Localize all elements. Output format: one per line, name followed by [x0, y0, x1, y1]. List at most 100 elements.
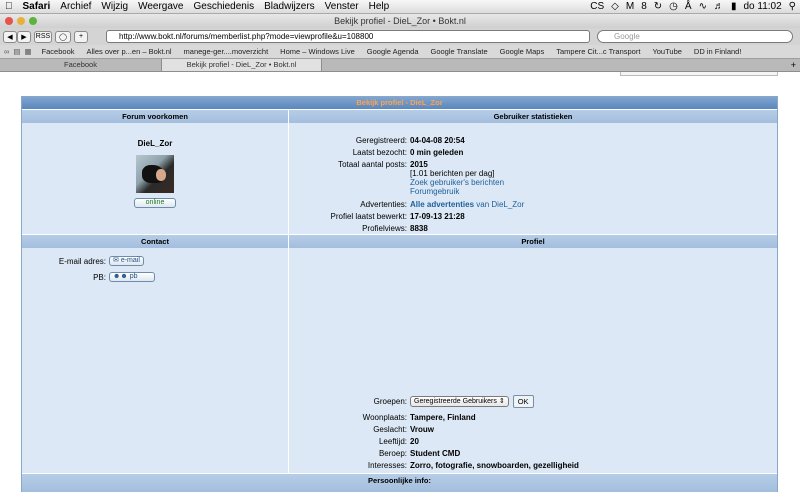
forward-arrow-icon: ▶	[21, 33, 27, 41]
plus-icon: +	[78, 33, 84, 40]
history-icon: ◯	[59, 33, 67, 41]
last-visit-value: 0 min geleden	[410, 148, 464, 157]
edited-label: Profiel laatst bewerkt:	[330, 212, 407, 221]
forum-usage-link[interactable]: Forumgebruik	[410, 187, 459, 197]
new-tab-icon[interactable]: +	[791, 59, 800, 71]
tab-facebook[interactable]: Facebook	[0, 59, 162, 71]
groups-select[interactable]: Geregistreerde Gebruikers ⇕	[410, 396, 509, 407]
contact-header: Contact	[22, 234, 288, 248]
tab-bekijk-profiel[interactable]: Bekijk profiel - DieL_Zor • Bokt.nl	[162, 59, 322, 71]
page-content: Bekijk profiel - DieL_Zor Forum voorkome…	[0, 72, 800, 492]
online-badge: online	[134, 198, 176, 208]
column-divider	[288, 109, 289, 492]
search-field[interactable]: Google	[597, 30, 793, 43]
status-area: CS ◇ M 8 ↻ ◷ Å ∿ ♬ ▮ do 11:02 ⚲	[590, 1, 800, 12]
profile-header: Profiel	[289, 234, 777, 248]
bookmark-windows-live[interactable]: Home – Windows Live	[274, 47, 361, 56]
bookmark-facebook[interactable]: Facebook	[36, 47, 81, 56]
email-button-label: e-mail	[120, 257, 140, 264]
zoom-window-icon[interactable]	[29, 17, 37, 25]
registered-label: Geregistreerd:	[355, 136, 407, 145]
cs-icon[interactable]: CS	[590, 1, 604, 12]
envelope-icon: ✉	[113, 257, 119, 264]
ads-link[interactable]: Alle advertenties	[410, 200, 474, 209]
window-title: Bekijk profiel - DieL_Zor • Bokt.nl	[334, 16, 466, 26]
rss-label: RSS	[35, 33, 51, 40]
menu-wijzig[interactable]: Wijzig	[96, 1, 133, 12]
email-label: E-mail adres:	[58, 257, 106, 266]
menu-geschiedenis[interactable]: Geschiedenis	[189, 1, 260, 12]
edited-value: 17-09-13 21:28	[410, 212, 465, 221]
interests-value: Zorro, fotografie, snowboarden, gezellig…	[410, 461, 579, 470]
job-value: Student CMD	[410, 449, 461, 458]
bookmark-youtube[interactable]: YouTube	[646, 47, 687, 56]
users-icon: ☻☻	[113, 273, 128, 280]
menu-archief[interactable]: Archief	[55, 1, 96, 12]
posts-label: Totaal aantal posts:	[338, 160, 407, 169]
history-button[interactable]: ◯	[55, 30, 71, 43]
tab-bar: Facebook Bekijk profiel - DieL_Zor • Bok…	[0, 58, 800, 72]
gender-label: Geslacht:	[373, 425, 407, 434]
groups-row: Geregistreerde Gebruikers ⇕ OK	[410, 395, 534, 409]
pm-button[interactable]: ☻☻ pb	[109, 272, 155, 282]
bluetooth-icon[interactable]: Å	[685, 1, 692, 12]
reading-list-icon[interactable]: ∞	[4, 47, 9, 56]
views-value: 8838	[410, 224, 428, 233]
sync-icon[interactable]: ↻	[654, 1, 662, 12]
bookmark-google-agenda[interactable]: Google Agenda	[361, 47, 425, 56]
minimize-window-icon[interactable]	[17, 17, 25, 25]
close-window-icon[interactable]	[5, 17, 13, 25]
battery-badge[interactable]: 8	[641, 1, 647, 12]
stats-header: Gebruiker statistieken	[289, 109, 777, 123]
menu-app-safari[interactable]: Safari	[18, 1, 56, 12]
groups-select-value: Geregistreerde Gebruikers	[414, 398, 497, 405]
ads-label: Advertenties:	[360, 200, 407, 209]
age-value: 20	[410, 437, 419, 446]
bookmark-dd-finland[interactable]: DD in Finland!	[688, 47, 748, 56]
volume-icon[interactable]: ♬	[714, 1, 724, 12]
address-bar[interactable]: http://www.bokt.nl/forums/memberlist.php…	[106, 30, 590, 43]
rss-button[interactable]: RSS	[34, 30, 52, 43]
registered-value: 04-04-08 20:54	[410, 136, 465, 145]
battery-icon[interactable]: ▮	[731, 1, 737, 12]
posts-value: 2015	[410, 160, 428, 169]
menu-venster[interactable]: Venster	[320, 1, 364, 12]
bookmark-google-translate[interactable]: Google Translate	[425, 47, 494, 56]
apple-menu-icon[interactable]: 	[0, 1, 18, 12]
menu-weergave[interactable]: Weergave	[133, 1, 188, 12]
profile-panel: Bekijk profiel - DieL_Zor Forum voorkome…	[21, 96, 778, 492]
bookmark-bokt[interactable]: Alles over p...en – Bokt.nl	[80, 47, 177, 56]
email-row: ✉ e-mail	[109, 256, 144, 266]
ads-suffix[interactable]: van DieL_Zor	[476, 200, 524, 209]
m-icon[interactable]: M	[626, 1, 634, 12]
add-bookmark-button[interactable]: +	[74, 30, 88, 43]
bookmarks-book-icon[interactable]: ▤	[13, 47, 20, 56]
search-box-edge	[620, 72, 778, 76]
groups-ok-button[interactable]: OK	[512, 395, 534, 408]
tab-label: Bekijk profiel - DieL_Zor • Bokt.nl	[186, 60, 297, 69]
back-button[interactable]: ◀	[3, 30, 17, 43]
bookmark-tools: ∞ ▤ ▦	[0, 47, 36, 56]
email-button[interactable]: ✉ e-mail	[109, 256, 144, 266]
online-status: online	[22, 198, 288, 208]
bookmark-tampere-transport[interactable]: Tampere Cit...c Transport	[550, 47, 646, 56]
forum-header: Forum voorkomen	[22, 109, 288, 123]
top-sites-icon[interactable]: ▦	[24, 47, 31, 56]
groups-label: Groepen:	[373, 397, 407, 406]
time-machine-icon[interactable]: ◷	[669, 1, 678, 12]
search-placeholder: Google	[614, 32, 640, 41]
forward-button[interactable]: ▶	[17, 30, 31, 43]
views-label: Profielviews:	[362, 224, 407, 233]
gender-value: Vrouw	[410, 425, 435, 434]
bookmark-google-maps[interactable]: Google Maps	[494, 47, 551, 56]
menu-help[interactable]: Help	[364, 1, 395, 12]
location-value: Tampere, Finland	[410, 413, 476, 422]
clock[interactable]: do 11:02	[743, 1, 781, 12]
dropbox-icon[interactable]: ◇	[611, 1, 619, 12]
menu-bladwijzers[interactable]: Bladwijzers	[259, 1, 320, 12]
window-controls	[5, 17, 37, 25]
spotlight-icon[interactable]: ⚲	[789, 1, 796, 12]
bookmark-manege[interactable]: manege-ger....moverzicht	[178, 47, 275, 56]
personal-info-header: Persoonlijke info:	[22, 473, 777, 492]
wifi-icon[interactable]: ∿	[699, 1, 707, 12]
